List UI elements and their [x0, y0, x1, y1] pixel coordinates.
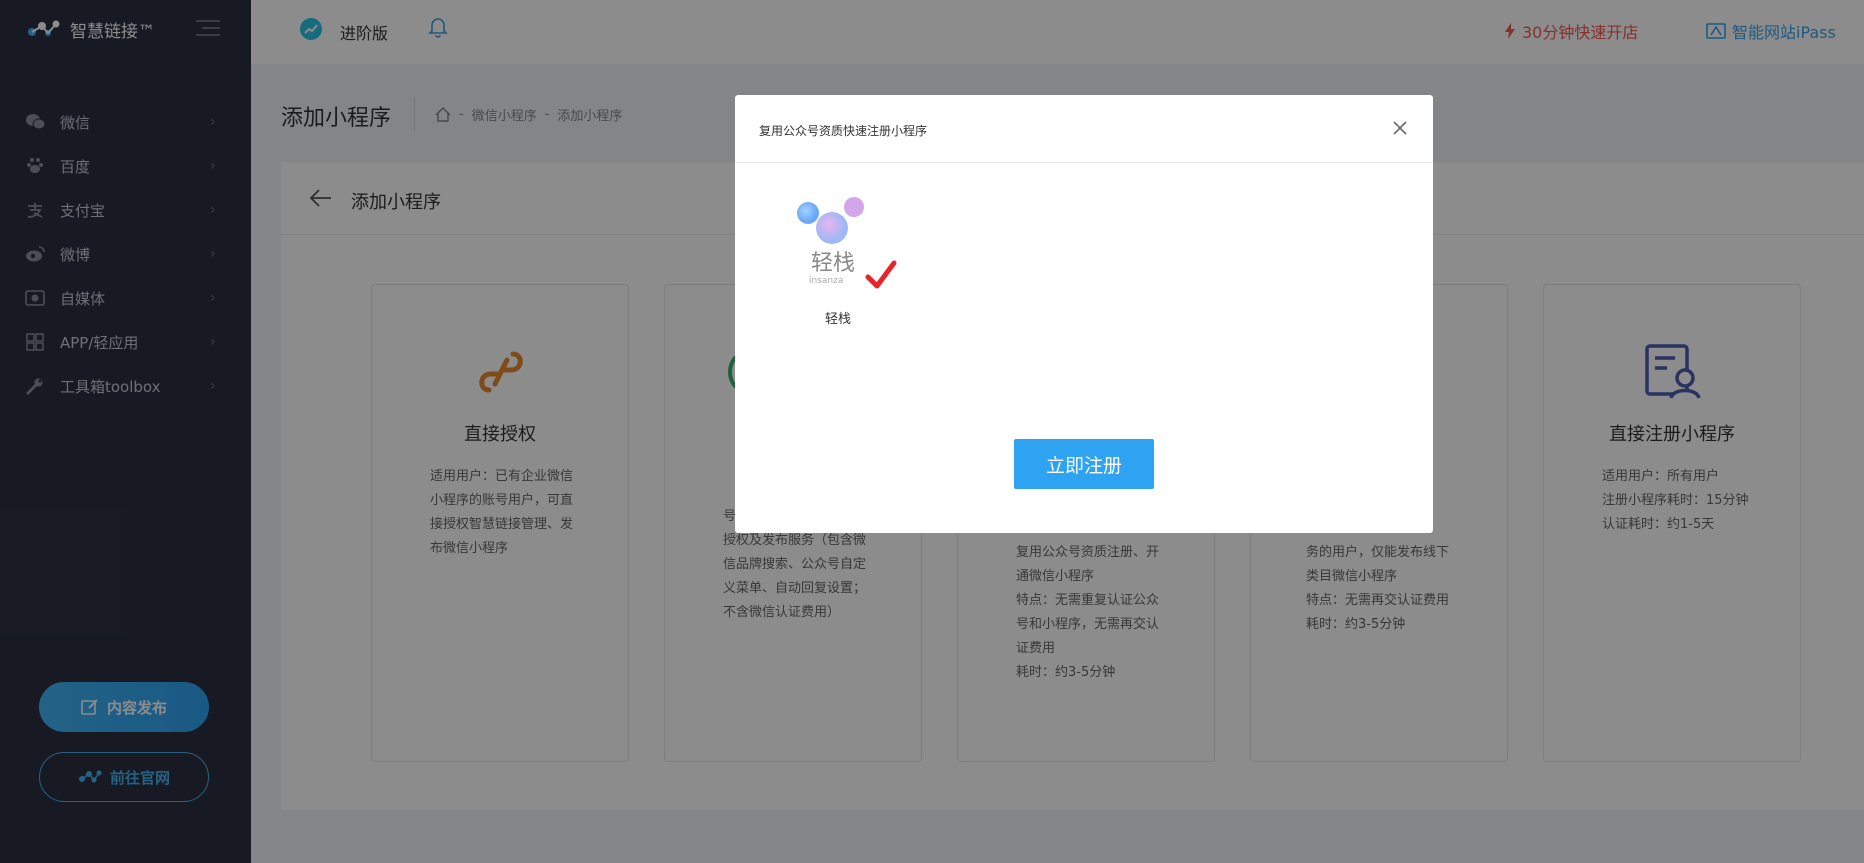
logo-text: 轻栈	[811, 251, 855, 276]
modal-title: 复用公众号资质快速注册小程序	[759, 124, 928, 138]
register-now-button[interactable]: 立即注册	[1014, 439, 1154, 489]
logo-subtext: insanza	[809, 276, 843, 286]
close-icon[interactable]	[1389, 117, 1411, 139]
check-mark-icon	[865, 260, 897, 294]
register-modal: 复用公众号资质快速注册小程序 轻栈 insanza 轻栈 立即注册	[735, 95, 1433, 533]
modal-header: 复用公众号资质快速注册小程序	[735, 95, 1433, 163]
account-name: 轻栈	[825, 312, 852, 327]
